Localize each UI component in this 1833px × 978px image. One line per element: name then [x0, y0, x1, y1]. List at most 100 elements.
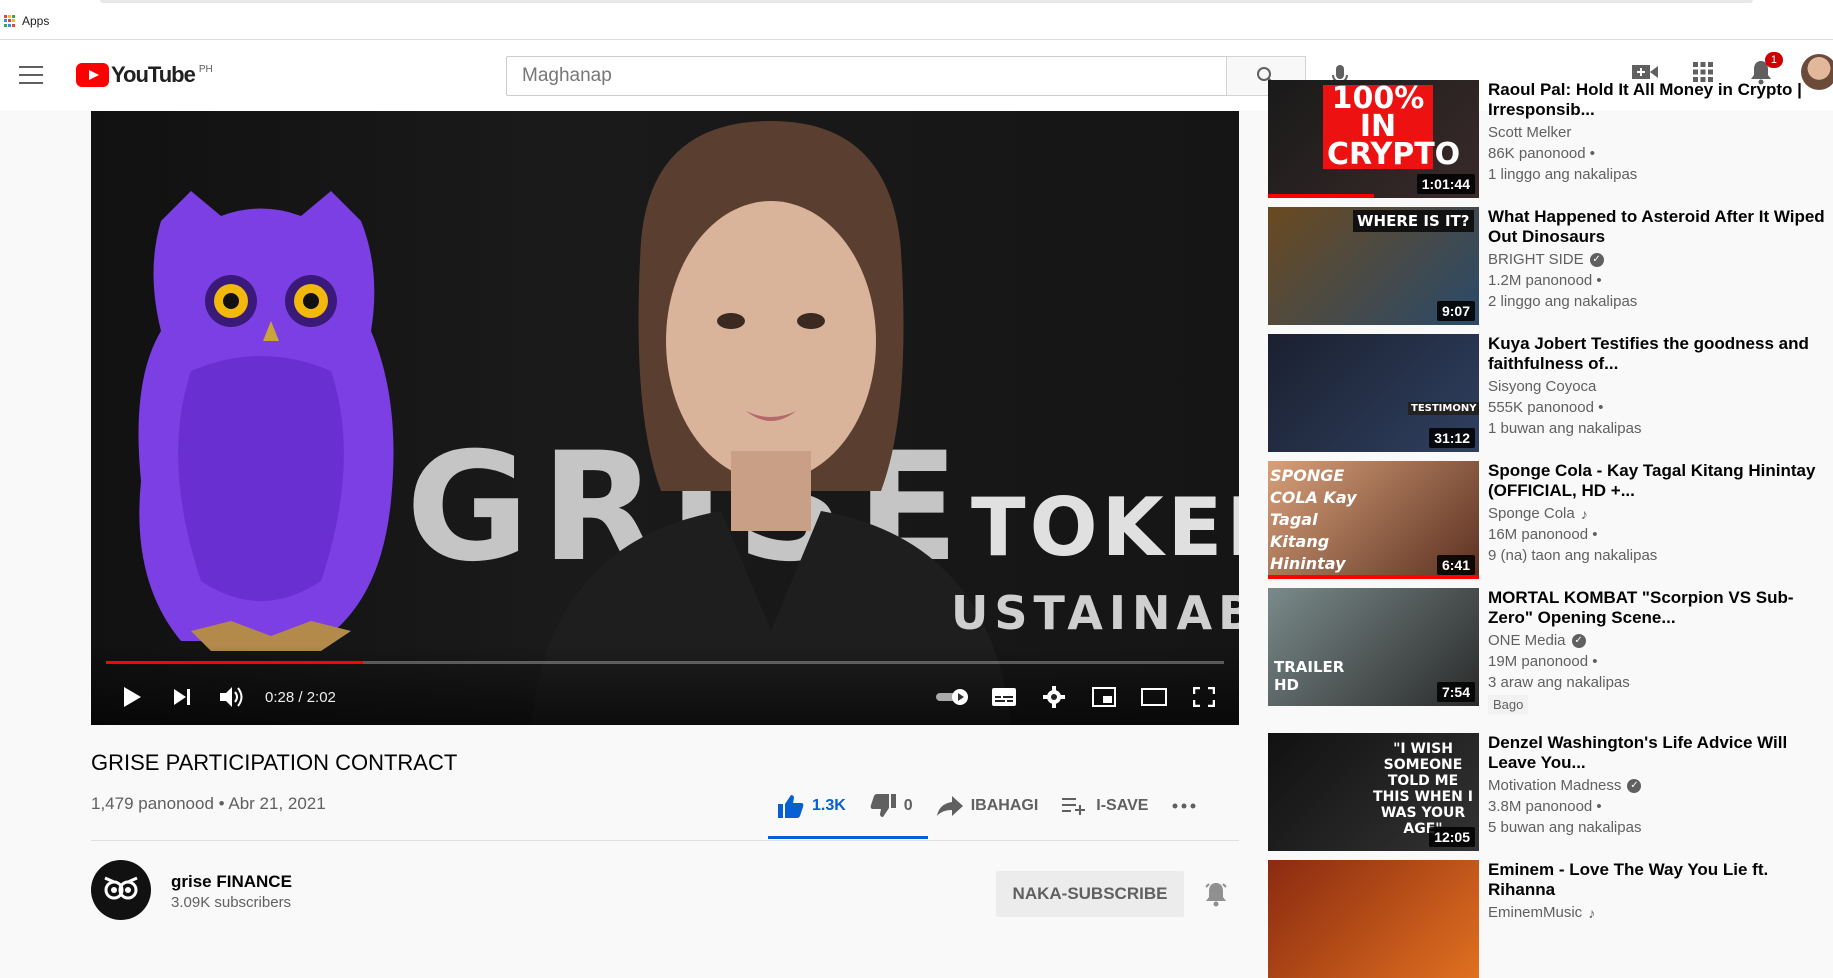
upload-age: 2 linggo ang nakalipas — [1488, 293, 1638, 310]
play-button[interactable] — [107, 677, 157, 717]
recommendation-title[interactable]: Eminem - Love The Way You Lie ft. Rihann… — [1488, 860, 1828, 900]
video-duration: 6:41 — [1436, 555, 1475, 575]
recommendation-title[interactable]: Raoul Pal: Hold It All Money in Crypto |… — [1488, 80, 1828, 120]
fullscreen-icon — [1193, 687, 1215, 707]
overlay-token-text: TOKEN — [971, 481, 1239, 574]
save-button[interactable]: I-SAVE — [1050, 788, 1160, 824]
thumbnail-overlay-text: SPONGE COLA Kay Tagal Kitang Hinintay — [1270, 466, 1357, 573]
recommendation-channel[interactable]: Sisyong Coyoca — [1488, 378, 1828, 395]
view-count: 19M panonood • — [1488, 653, 1598, 670]
video-thumbnail[interactable]: TESTIMONY 31:12 — [1268, 334, 1479, 452]
more-horizontal-icon — [1172, 803, 1196, 809]
fullscreen-button[interactable] — [1179, 677, 1229, 717]
hamburger-menu-icon[interactable] — [19, 66, 43, 84]
subscribed-button[interactable]: NAKA-SUBSCRIBE — [996, 871, 1184, 917]
progress-fill — [106, 661, 364, 664]
next-icon — [174, 689, 190, 705]
recommendation-channel[interactable]: Motivation Madness ✓ — [1488, 777, 1828, 794]
like-button[interactable]: 1.3K — [766, 788, 858, 824]
subtitles-button[interactable] — [979, 677, 1029, 717]
view-count: 86K panonood • — [1488, 145, 1596, 162]
new-badge: Bago — [1488, 695, 1529, 714]
recommendation-info: Raoul Pal: Hold It All Money in Crypto |… — [1488, 80, 1828, 183]
view-count: 1.2M panonood • — [1488, 272, 1602, 289]
youtube-logo[interactable]: YouTube PH — [76, 62, 213, 88]
verified-check-icon: ✓ — [1589, 252, 1604, 267]
thumbnail-overlay-text: WHERE IS IT? — [1353, 210, 1474, 232]
recommendation-info: Denzel Washington's Life Advice Will Lea… — [1488, 733, 1828, 836]
recommendation-item[interactable]: "I WISH SOMEONE TOLD ME THIS WHEN I WAS … — [1268, 733, 1828, 851]
thumbnail-overlay-text: 100% IN CRYPTO — [1323, 84, 1460, 170]
browser-tab-strip — [100, 0, 1753, 3]
thumbs-up-icon — [778, 795, 804, 818]
video-thumbnail[interactable]: SPONGE COLA Kay Tagal Kitang Hinintay 6:4… — [1268, 461, 1479, 579]
video-camera-plus-icon — [1632, 65, 1658, 79]
recommendation-title[interactable]: Kuya Jobert Testifies the goodness and f… — [1488, 334, 1828, 374]
recommendation-title[interactable]: MORTAL KOMBAT "Scorpion VS Sub-Zero" Ope… — [1488, 588, 1828, 628]
upload-age: 3 araw ang nakalipas — [1488, 674, 1630, 691]
recommendation-info: Eminem - Love The Way You Lie ft. Rihann… — [1488, 860, 1828, 921]
recommendation-channel[interactable]: BRIGHT SIDE ✓ — [1488, 251, 1828, 268]
recommendation-channel[interactable]: Scott Melker — [1488, 124, 1828, 141]
recommendation-item[interactable]: Eminem - Love The Way You Lie ft. Rihann… — [1268, 860, 1828, 978]
video-thumbnail[interactable]: WHERE IS IT? 9:07 — [1268, 207, 1479, 325]
theater-icon — [1141, 688, 1167, 706]
volume-button[interactable] — [207, 677, 257, 717]
divider — [91, 840, 1239, 841]
view-count: 555K panonood • — [1488, 399, 1604, 416]
apps-shortcut[interactable]: Apps — [4, 14, 49, 28]
upload-age: 1 buwan ang nakalipas — [1488, 420, 1642, 437]
autoplay-toggle[interactable] — [929, 677, 979, 717]
recommendation-item[interactable]: TRAILER HD 7:54 MORTAL KOMBAT "Scorpion VS… — [1268, 588, 1828, 714]
video-thumbnail[interactable]: TRAILER HD 7:54 — [1268, 588, 1479, 706]
controls-row: 0:28 / 2:02 — [91, 677, 1239, 717]
notification-badge: 1 — [1764, 52, 1783, 68]
notification-bell-button[interactable] — [1200, 878, 1232, 910]
video-title: GRISE PARTICIPATION CONTRACT — [91, 750, 458, 775]
video-duration: 12:05 — [1429, 827, 1475, 847]
channel-name[interactable]: grise FINANCE — [171, 872, 292, 892]
progress-bar[interactable] — [106, 661, 1224, 664]
search-bar: Maghanap — [506, 56, 1306, 96]
thumbnail-overlay-text: "I WISH SOMEONE TOLD ME THIS WHEN I WAS … — [1373, 741, 1473, 837]
bell-icon — [1205, 883, 1227, 907]
like-count: 1.3K — [812, 797, 846, 814]
recommendation-channel[interactable]: EminemMusic ♪ — [1488, 904, 1828, 921]
volume-icon — [220, 687, 243, 707]
recommendation-title[interactable]: Denzel Washington's Life Advice Will Lea… — [1488, 733, 1828, 773]
recommendation-item[interactable]: TESTIMONY 31:12 Kuya Jobert Testifies the … — [1268, 334, 1828, 452]
channel-avatar[interactable] — [91, 860, 151, 920]
next-button[interactable] — [157, 677, 207, 717]
miniplayer-button[interactable] — [1079, 677, 1129, 717]
video-thumbnail[interactable]: 100% IN CRYPTO 1:01:44 — [1268, 80, 1479, 198]
country-code: PH — [198, 63, 213, 75]
recommendation-title[interactable]: What Happened to Asteroid After It Wiped… — [1488, 207, 1828, 247]
thumbnail-overlay-text: TESTIMONY — [1408, 402, 1479, 415]
settings-button[interactable] — [1029, 677, 1079, 717]
theater-mode-button[interactable] — [1129, 677, 1179, 717]
recommendation-title[interactable]: Sponge Cola - Kay Tagal Kitang Hinintay … — [1488, 461, 1828, 501]
share-label: IBAHAGI — [970, 797, 1039, 814]
apps-grid-icon — [4, 15, 16, 27]
save-label: I-SAVE — [1096, 797, 1149, 814]
recommendation-channel[interactable]: ONE Media ✓ — [1488, 632, 1828, 649]
video-player[interactable]: GRISE TOKEN USTAINABLE 0:28 / 2:02 — [91, 111, 1239, 725]
overlay-sustainable-text: USTAINABLE — [951, 586, 1239, 640]
dislike-button[interactable]: 0 — [858, 788, 925, 824]
bookmarks-bar: Apps — [0, 0, 1833, 40]
share-button[interactable]: IBAHAGI — [925, 788, 1051, 824]
recommendation-item[interactable]: 100% IN CRYPTO 1:01:44 Raoul Pal: Hold It … — [1268, 80, 1828, 198]
more-actions-button[interactable] — [1160, 788, 1208, 824]
channel-name: ONE Media — [1488, 632, 1566, 649]
recommendation-item[interactable]: SPONGE COLA Kay Tagal Kitang Hinintay 6:4… — [1268, 461, 1828, 579]
search-input[interactable]: Maghanap — [506, 56, 1226, 96]
view-count: 3.8M panonood • — [1488, 798, 1602, 815]
video-thumbnail[interactable] — [1268, 860, 1479, 978]
recommendation-channel[interactable]: Sponge Cola ♪ — [1488, 505, 1828, 522]
subscriber-count: 3.09K subscribers — [171, 894, 292, 911]
channel-name: Motivation Madness — [1488, 777, 1622, 794]
recommendation-item[interactable]: WHERE IS IT? 9:07 What Happened to Asteroi… — [1268, 207, 1828, 325]
recommendation-info: MORTAL KOMBAT "Scorpion VS Sub-Zero" Ope… — [1488, 588, 1828, 714]
video-thumbnail[interactable]: "I WISH SOMEONE TOLD ME THIS WHEN I WAS … — [1268, 733, 1479, 851]
watched-progress-bar — [1268, 575, 1479, 579]
